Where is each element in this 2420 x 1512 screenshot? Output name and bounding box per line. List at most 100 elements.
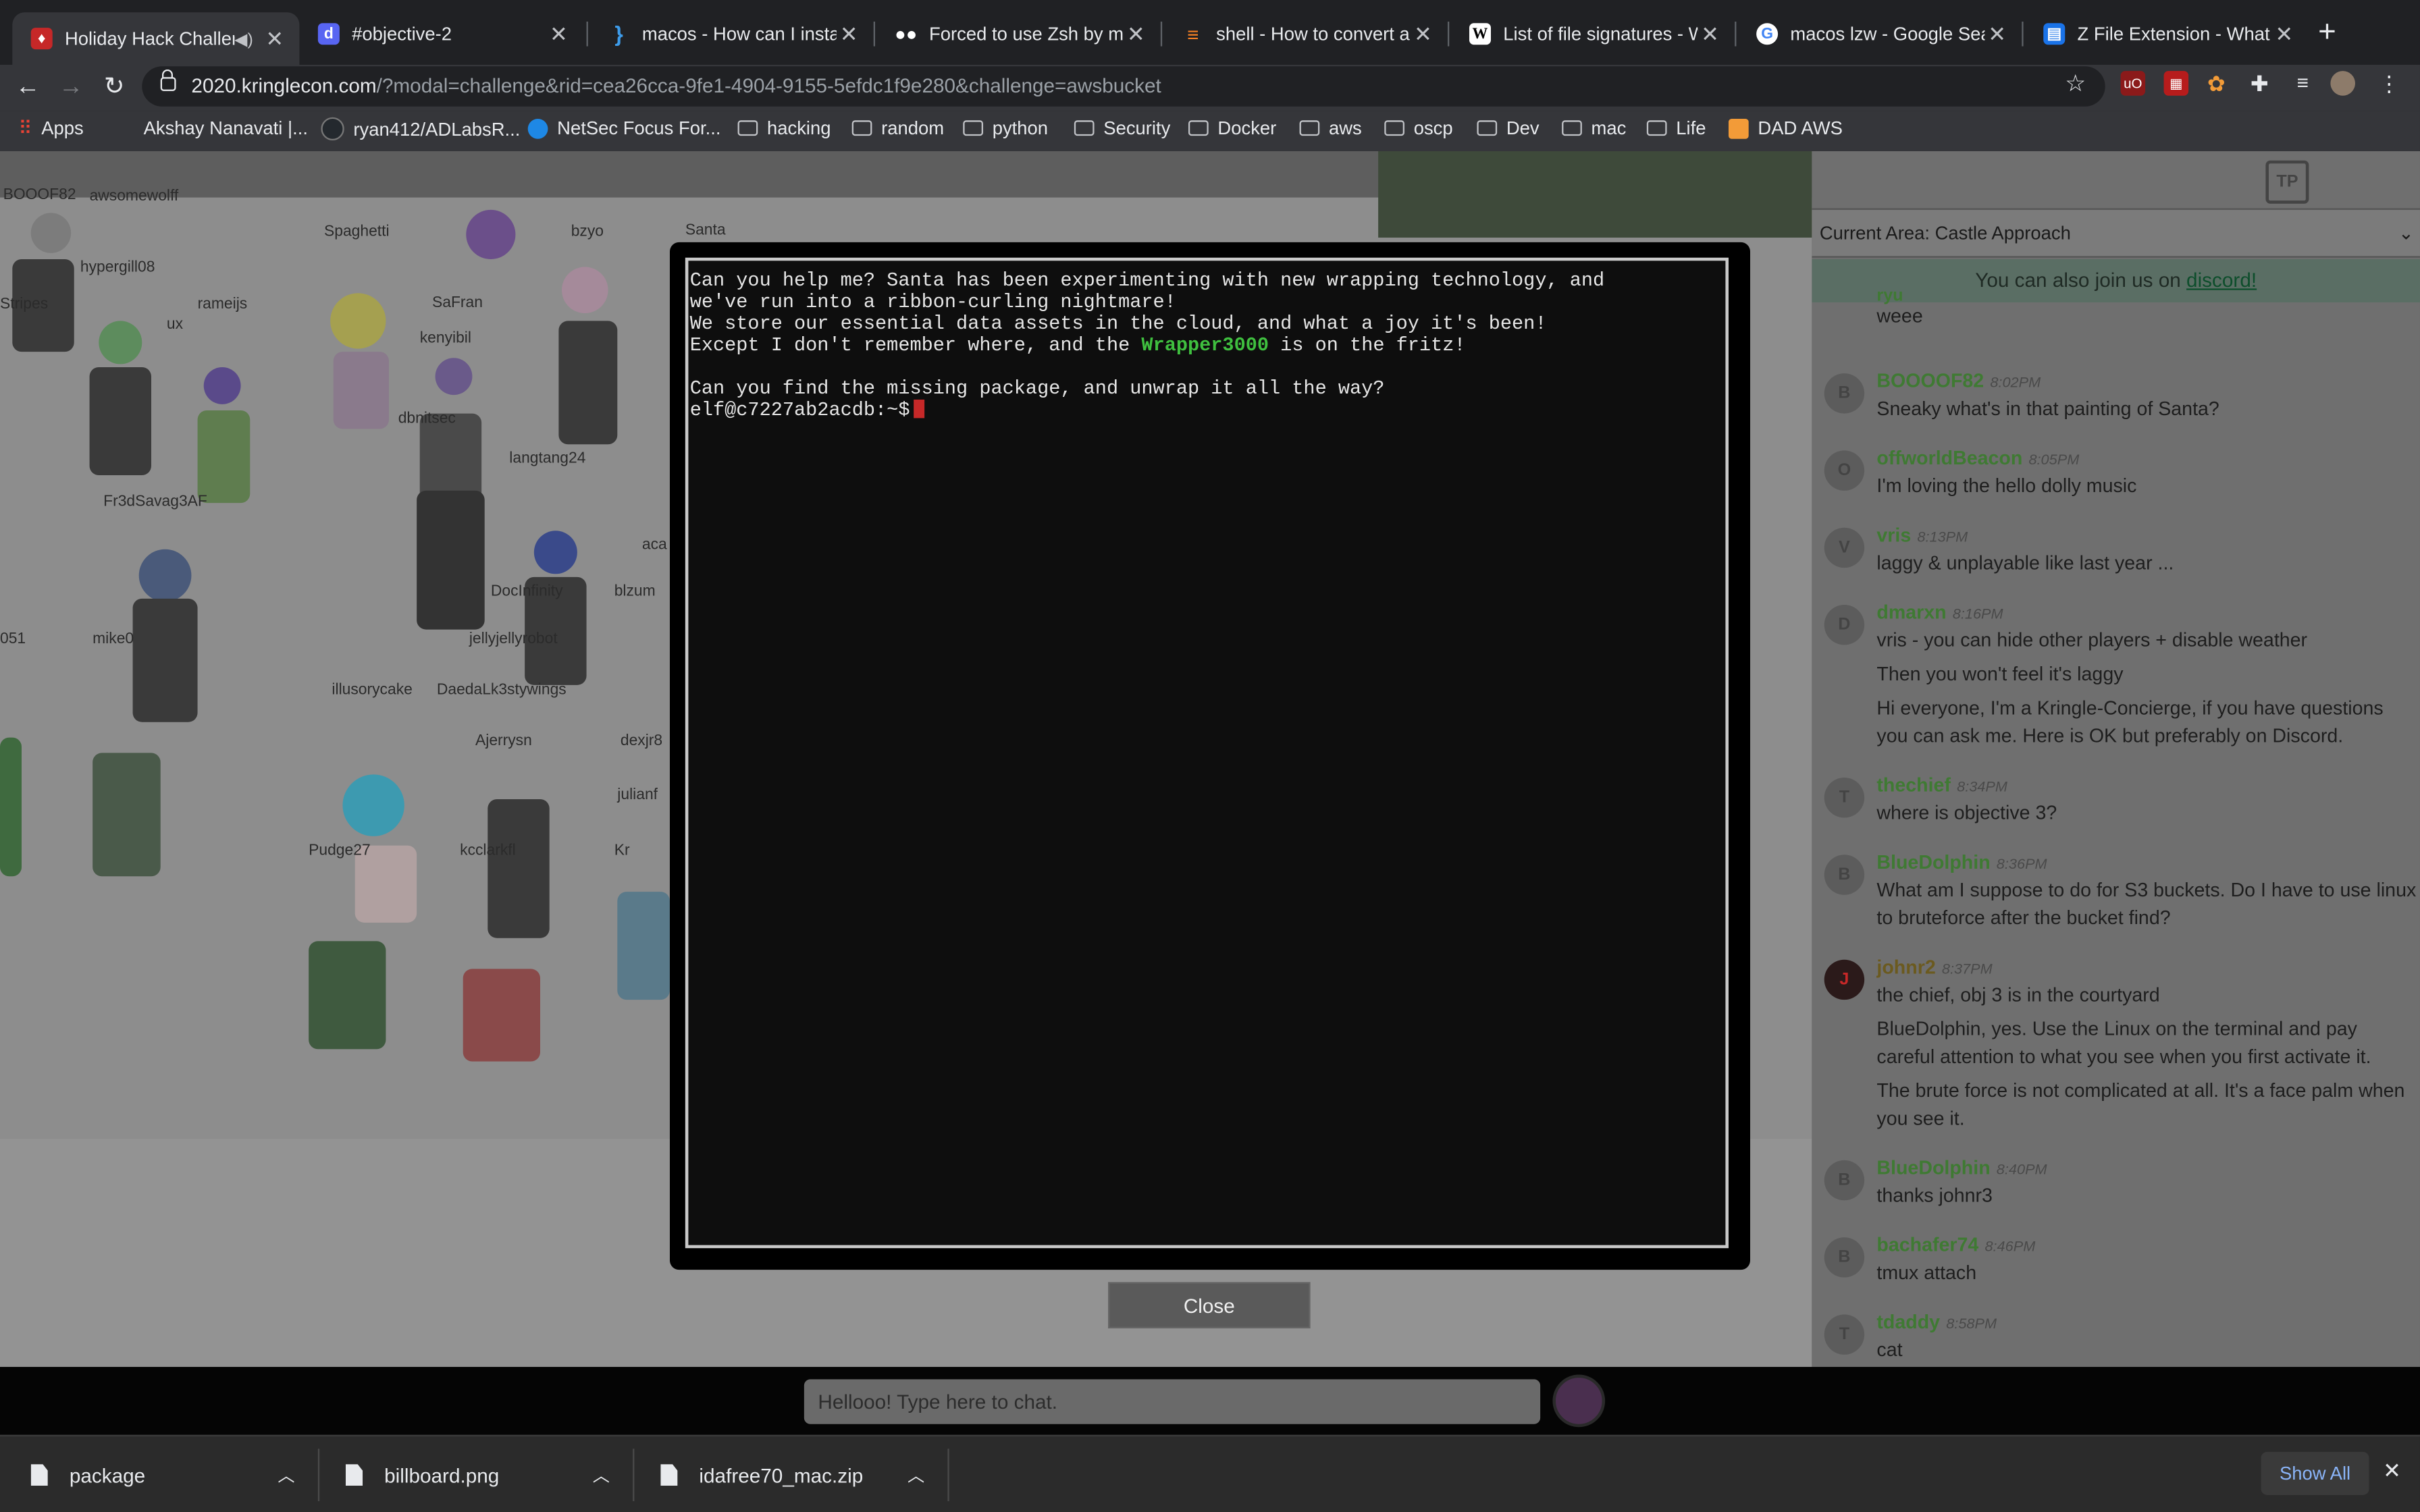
new-tab-plus-icon[interactable]: + xyxy=(2318,16,2336,51)
player-avatar[interactable] xyxy=(342,774,404,836)
terminal-line: We store our essential data assets in th… xyxy=(689,313,1547,335)
ublock-extension-icon[interactable]: uO xyxy=(2120,71,2146,96)
tab-google-search[interactable]: G macos lzw - Google Searc ✕ xyxy=(1738,12,2022,55)
menu-kebab-icon[interactable]: ⋮ xyxy=(2377,71,2402,96)
tab-file-signatures[interactable]: W List of file signatures - Wi ✕ xyxy=(1451,12,1735,55)
chat-username[interactable]: offworldBeacon 8:05PM xyxy=(1876,448,2079,469)
tab-close-icon[interactable]: ✕ xyxy=(1124,21,1149,47)
bookmark-apps[interactable]: ⠿ Apps xyxy=(18,117,83,139)
chat-username[interactable]: bachafer74 8:46PM xyxy=(1876,1235,2035,1256)
profile-avatar[interactable] xyxy=(2330,71,2355,96)
url-text[interactable]: 2020.kringlecon.com/?modal=challenge&rid… xyxy=(191,74,1161,97)
tab-close-icon[interactable]: ✕ xyxy=(837,21,862,47)
tab-close-icon[interactable]: ✕ xyxy=(1984,21,2009,47)
player-avatar[interactable] xyxy=(0,737,22,877)
player-avatar[interactable] xyxy=(533,531,577,574)
player-avatar[interactable] xyxy=(561,267,608,313)
discord-link[interactable]: discord! xyxy=(2186,269,2257,292)
download-item-billboard[interactable]: billboard.png ︿ xyxy=(345,1436,623,1512)
chat-username[interactable]: dmarxn 8:16PM xyxy=(1876,601,2003,623)
bookmark-folder-aws[interactable]: aws xyxy=(1299,117,1362,139)
tab-title: List of file signatures - Wi xyxy=(1503,23,1698,45)
terminal[interactable]: Can you help me? Santa has been experime… xyxy=(685,257,1729,1249)
reload-icon[interactable]: ↻ xyxy=(96,70,133,107)
tab-close-icon[interactable]: ✕ xyxy=(2272,21,2297,47)
bookmark-folder-oscp[interactable]: oscp xyxy=(1384,117,1453,139)
tab-zsh[interactable]: ●● Forced to use Zsh by mac ✕ xyxy=(876,12,1161,55)
bookmark-folder-life[interactable]: Life xyxy=(1646,117,1706,139)
avatar: B xyxy=(1824,1160,1865,1201)
tab-holiday-hack[interactable]: ♦ Holiday Hack Challeng ◀) ✕ xyxy=(12,12,300,65)
player-avatar[interactable] xyxy=(558,321,618,445)
tab-close-icon[interactable]: ✕ xyxy=(1411,21,1436,47)
tab-close-icon[interactable]: ✕ xyxy=(546,21,571,47)
chevron-up-icon[interactable]: ︿ xyxy=(593,1463,610,1488)
player-name: langtang24 xyxy=(509,450,586,468)
media-queue-icon[interactable]: ≡ xyxy=(2290,71,2315,96)
bookmark-folder-security[interactable]: Security xyxy=(1074,117,1170,139)
area-select[interactable]: Current Area: Castle Approach ⌄ xyxy=(1812,208,2420,258)
chevron-up-icon[interactable]: ︿ xyxy=(908,1463,924,1488)
bookmark-akshay[interactable]: Akshay Nanavati |... xyxy=(144,117,308,139)
cookie-extension-icon[interactable]: ✿ xyxy=(2204,71,2229,96)
tab-close-icon[interactable]: ✕ xyxy=(1698,21,1722,47)
bookmark-star-icon[interactable]: ☆ xyxy=(2065,70,2086,97)
player-avatar[interactable] xyxy=(93,753,161,877)
bookmark-folder-dev[interactable]: Dev xyxy=(1477,117,1540,139)
player-avatar[interactable] xyxy=(435,358,473,396)
speaker-icon[interactable]: ◀) xyxy=(234,28,253,49)
tab-title: macos lzw - Google Searc xyxy=(1790,23,1984,45)
terminal-line: Can you help me? Santa has been experime… xyxy=(689,269,1605,292)
player-avatar[interactable] xyxy=(466,209,516,259)
chat-input[interactable]: Hellooo! Type here to chat. xyxy=(804,1379,1541,1424)
download-item-idafree[interactable]: idafree70_mac.zip ︿ xyxy=(660,1436,938,1512)
close-icon[interactable]: ✕ xyxy=(2383,1458,2401,1484)
tab-shell-convert[interactable]: ≡ shell - How to convert a t ✕ xyxy=(1163,12,1448,55)
show-all-button[interactable]: Show All xyxy=(2261,1451,2369,1495)
extension-red-icon[interactable]: ▦ xyxy=(2163,71,2189,96)
chat-username[interactable]: thechief 8:34PM xyxy=(1876,774,2007,796)
bookmark-folder-random[interactable]: random xyxy=(851,117,944,139)
back-arrow-icon[interactable]: ← xyxy=(9,70,47,107)
tab-macos-install[interactable]: } macos - How can I install ✕ xyxy=(589,12,874,55)
forward-arrow-icon[interactable]: → xyxy=(53,70,90,107)
bookmark-dad-aws[interactable]: DAD AWS xyxy=(1728,117,1843,139)
chat-username[interactable]: BlueDolphin 8:40PM xyxy=(1876,1157,2047,1179)
tab-close-icon[interactable]: ✕ xyxy=(263,26,288,52)
close-button[interactable]: Close xyxy=(1108,1282,1311,1328)
player-avatar[interactable] xyxy=(463,969,540,1062)
bookmark-netsec[interactable]: NetSec Focus For... xyxy=(527,117,721,139)
chat-username[interactable]: vris 8:13PM xyxy=(1876,524,1968,546)
tab-z-file-extension[interactable]: ▤ Z File Extension - What is ✕ xyxy=(2025,12,2309,55)
player-avatar[interactable] xyxy=(330,293,386,349)
player-avatar[interactable] xyxy=(617,892,670,1000)
player-avatar[interactable] xyxy=(197,410,251,504)
chat-username[interactable]: tdaddy 8:58PM xyxy=(1876,1312,1997,1333)
bookmark-folder-python[interactable]: python xyxy=(963,117,1048,139)
player-avatar[interactable] xyxy=(203,367,241,404)
bookmark-folder-hacking[interactable]: hacking xyxy=(737,117,831,139)
player-avatar[interactable] xyxy=(30,213,72,253)
player-avatar[interactable] xyxy=(333,352,389,429)
player-avatar[interactable] xyxy=(99,321,142,364)
user-avatar[interactable] xyxy=(1552,1374,1606,1428)
extensions-puzzle-icon[interactable]: ✚ xyxy=(2247,71,2272,96)
player-avatar[interactable] xyxy=(138,549,192,602)
chat-username[interactable]: BlueDolphin 8:36PM xyxy=(1876,852,2047,873)
player-avatar[interactable] xyxy=(488,799,550,938)
chevron-up-icon[interactable]: ︿ xyxy=(278,1463,294,1488)
chat-username[interactable]: BOOOOF82 8:02PM xyxy=(1876,371,2041,392)
bookmark-folder-docker[interactable]: Docker xyxy=(1188,117,1276,139)
player-name: kenyibil xyxy=(419,330,471,348)
player-avatar[interactable] xyxy=(89,367,151,475)
address-bar[interactable]: 2020.kringlecon.com/?modal=challenge&rid… xyxy=(142,66,2105,107)
player-avatar[interactable] xyxy=(309,941,386,1050)
player-avatar[interactable] xyxy=(132,598,198,722)
bookmark-adlabs[interactable]: ryan412/ADLabsR... xyxy=(321,117,520,140)
tab-objective-2[interactable]: d #objective-2 ✕ xyxy=(299,12,583,55)
bookmark-folder-mac[interactable]: mac xyxy=(1562,117,1626,139)
player-name: dexjr8 xyxy=(620,732,663,750)
chat-username[interactable]: johnr2 8:37PM xyxy=(1876,956,1992,978)
player-avatar[interactable] xyxy=(417,490,485,630)
download-item-package[interactable]: package ︿ xyxy=(30,1436,309,1512)
